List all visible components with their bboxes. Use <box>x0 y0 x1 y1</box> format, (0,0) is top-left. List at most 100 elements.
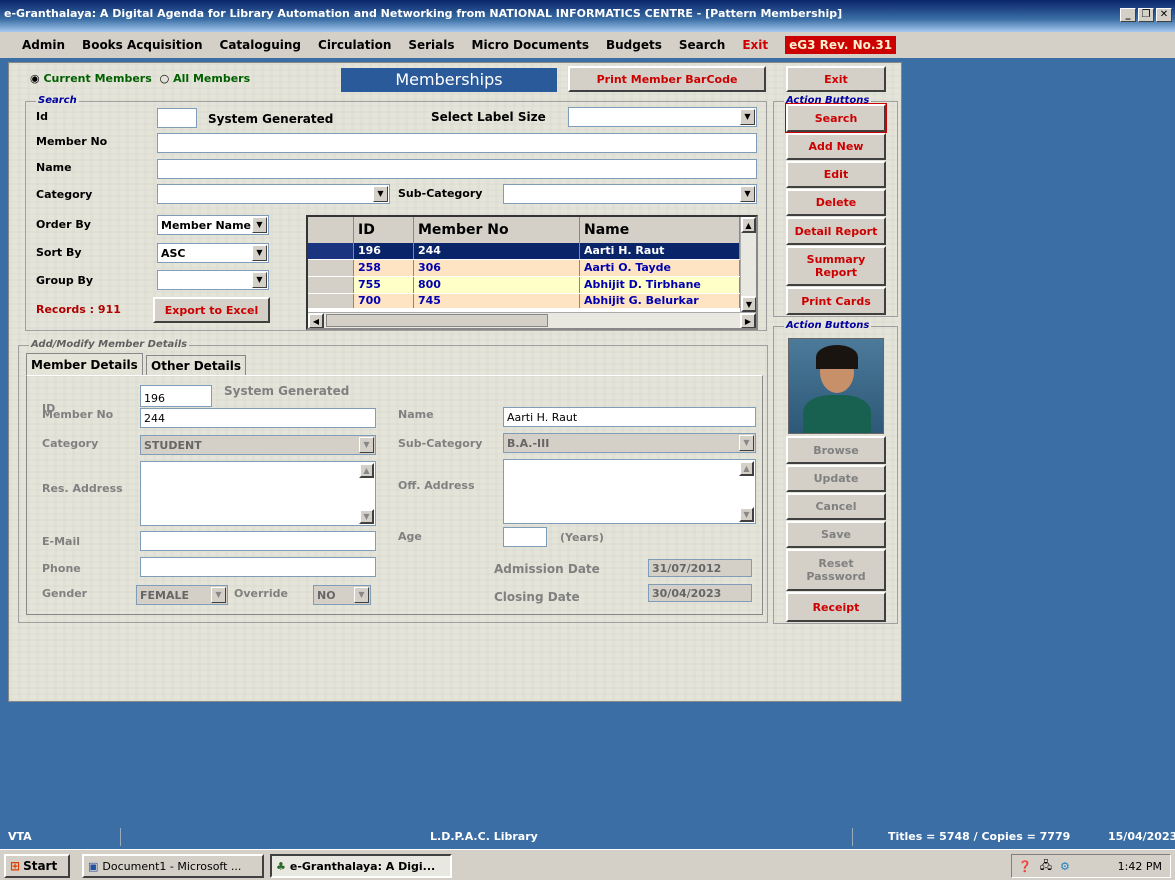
search-id-input[interactable] <box>157 108 197 128</box>
start-button[interactable]: ⊞ Start <box>4 854 70 878</box>
res-address-textarea[interactable]: ▲ ▼ <box>140 461 376 526</box>
row-selector[interactable] <box>308 243 354 259</box>
edit-button[interactable]: Edit <box>786 161 886 188</box>
chevron-down-icon[interactable]: ▼ <box>739 435 754 451</box>
members-grid[interactable]: ID Member No Name 196 244 Aarti H. Raut … <box>306 215 758 330</box>
menu-circulation[interactable]: Circulation <box>318 38 391 52</box>
table-row[interactable]: 755 800 Abhijit D. Tirbhane <box>308 277 740 293</box>
email-input[interactable] <box>140 531 376 551</box>
summary-report-button[interactable]: Summary Report <box>786 246 886 286</box>
row-selector[interactable] <box>308 294 354 308</box>
scroll-down-icon[interactable]: ▼ <box>741 296 756 312</box>
search-name-input[interactable] <box>157 159 757 179</box>
save-button[interactable]: Save <box>786 521 886 548</box>
update-button[interactable]: Update <box>786 465 886 492</box>
scroll-up-icon[interactable]: ▲ <box>359 463 374 478</box>
print-cards-button[interactable]: Print Cards <box>786 287 886 315</box>
all-members-label[interactable]: All Members <box>173 72 250 85</box>
detail-id-input[interactable]: 196 <box>140 385 212 407</box>
search-category-select[interactable]: ▼ <box>157 184 390 204</box>
order-by-select[interactable]: Member Name ▼ <box>157 215 269 235</box>
add-new-button[interactable]: Add New <box>786 133 886 160</box>
menu-budgets[interactable]: Budgets <box>606 38 662 52</box>
delete-button[interactable]: Delete <box>786 189 886 216</box>
search-member-no-input[interactable] <box>157 133 757 153</box>
group-by-select[interactable]: ▼ <box>157 270 269 290</box>
cancel-button[interactable]: Cancel <box>786 493 886 520</box>
admission-date-input[interactable]: 31/07/2012 <box>648 559 752 577</box>
restore-button[interactable]: ❐ <box>1138 8 1154 22</box>
search-button[interactable]: Search <box>785 103 887 133</box>
off-address-textarea[interactable]: ▲ ▼ <box>503 459 756 524</box>
tab-member-details[interactable]: Member Details <box>26 353 143 375</box>
exit-button[interactable]: Exit <box>786 66 886 92</box>
chevron-down-icon[interactable]: ▼ <box>211 587 226 603</box>
detail-subcategory-label: Sub-Category <box>398 437 483 450</box>
scroll-down-icon[interactable]: ▼ <box>359 509 374 524</box>
receipt-button[interactable]: Receipt <box>786 592 886 622</box>
chevron-down-icon[interactable]: ▼ <box>359 437 374 453</box>
current-members-radio[interactable]: ◉ <box>30 72 40 85</box>
table-row[interactable]: 258 306 Aarti O. Tayde <box>308 260 740 276</box>
col-member-no-header[interactable]: Member No <box>414 217 580 243</box>
chevron-down-icon[interactable]: ▼ <box>252 272 267 288</box>
menu-exit[interactable]: Exit <box>742 38 768 52</box>
scroll-up-icon[interactable]: ▲ <box>739 461 754 476</box>
age-input[interactable] <box>503 527 547 547</box>
cell-name: Aarti H. Raut <box>580 243 740 259</box>
col-name-header[interactable]: Name <box>580 217 740 243</box>
grid-vertical-scrollbar[interactable]: ▲ ▼ <box>740 217 756 312</box>
label-size-select[interactable]: ▼ <box>568 107 757 127</box>
chevron-down-icon[interactable]: ▼ <box>252 217 267 233</box>
gender-select[interactable]: FEMALE ▼ <box>136 585 228 605</box>
close-button[interactable]: ✕ <box>1156 8 1172 22</box>
detail-report-button[interactable]: Detail Report <box>786 217 886 245</box>
menu-search[interactable]: Search <box>679 38 725 52</box>
print-barcode-button[interactable]: Print Member BarCode <box>568 66 766 92</box>
taskbar-word-document[interactable]: ▣ Document1 - Microsoft ... <box>82 854 264 878</box>
chevron-down-icon[interactable]: ▼ <box>354 587 369 603</box>
menu-books-acquisition[interactable]: Books Acquisition <box>82 38 202 52</box>
table-row[interactable]: 196 244 Aarti H. Raut <box>308 243 740 259</box>
help-icon[interactable]: ❓ <box>1018 860 1032 873</box>
chevron-down-icon[interactable]: ▼ <box>740 109 755 125</box>
menu-admin[interactable]: Admin <box>22 38 65 52</box>
detail-name-input[interactable]: Aarti H. Raut <box>503 407 756 427</box>
minimize-button[interactable]: _ <box>1120 8 1136 22</box>
row-selector[interactable] <box>308 277 354 293</box>
scroll-right-icon[interactable]: ▶ <box>740 313 756 328</box>
col-id-header[interactable]: ID <box>354 217 414 243</box>
table-row[interactable]: 700 745 Abhijit G. Belurkar <box>308 294 740 308</box>
closing-date-input[interactable]: 30/04/2023 <box>648 584 752 602</box>
detail-subcategory-select[interactable]: B.A.-III ▼ <box>503 433 756 453</box>
phone-input[interactable] <box>140 557 376 577</box>
cell-member-no: 745 <box>414 294 580 308</box>
taskbar-egranthalaya[interactable]: ♣ e-Granthalaya: A Digi... <box>270 854 452 878</box>
menu-cataloguing[interactable]: Cataloguing <box>220 38 301 52</box>
detail-member-no-input[interactable]: 244 <box>140 408 376 428</box>
current-members-label[interactable]: Current Members <box>43 72 151 85</box>
chevron-down-icon[interactable]: ▼ <box>252 245 267 261</box>
reset-password-button[interactable]: Reset Password <box>786 549 886 591</box>
network-icon[interactable]: 🖧 <box>1040 857 1052 876</box>
scroll-left-icon[interactable]: ◀ <box>308 313 324 328</box>
row-selector[interactable] <box>308 260 354 276</box>
detail-category-select[interactable]: STUDENT ▼ <box>140 435 376 455</box>
export-excel-button[interactable]: Export to Excel <box>153 297 270 323</box>
chevron-down-icon[interactable]: ▼ <box>373 186 388 202</box>
scroll-thumb[interactable] <box>326 314 548 327</box>
sort-by-select[interactable]: ASC ▼ <box>157 243 269 263</box>
search-subcategory-select[interactable]: ▼ <box>503 184 757 204</box>
browse-button[interactable]: Browse <box>786 436 886 464</box>
menu-micro-documents[interactable]: Micro Documents <box>472 38 589 52</box>
grid-horizontal-scrollbar[interactable]: ◀ ▶ <box>308 312 756 328</box>
details-legend: Add/Modify Member Details <box>29 339 190 350</box>
tab-other-details[interactable]: Other Details <box>146 355 247 375</box>
chevron-down-icon[interactable]: ▼ <box>740 186 755 202</box>
scroll-up-icon[interactable]: ▲ <box>741 217 756 233</box>
all-members-radio[interactable]: ○ <box>160 72 170 85</box>
sync-icon[interactable]: ⚙ <box>1060 860 1070 873</box>
scroll-down-icon[interactable]: ▼ <box>739 507 754 522</box>
menu-serials[interactable]: Serials <box>408 38 454 52</box>
override-select[interactable]: NO ▼ <box>313 585 371 605</box>
